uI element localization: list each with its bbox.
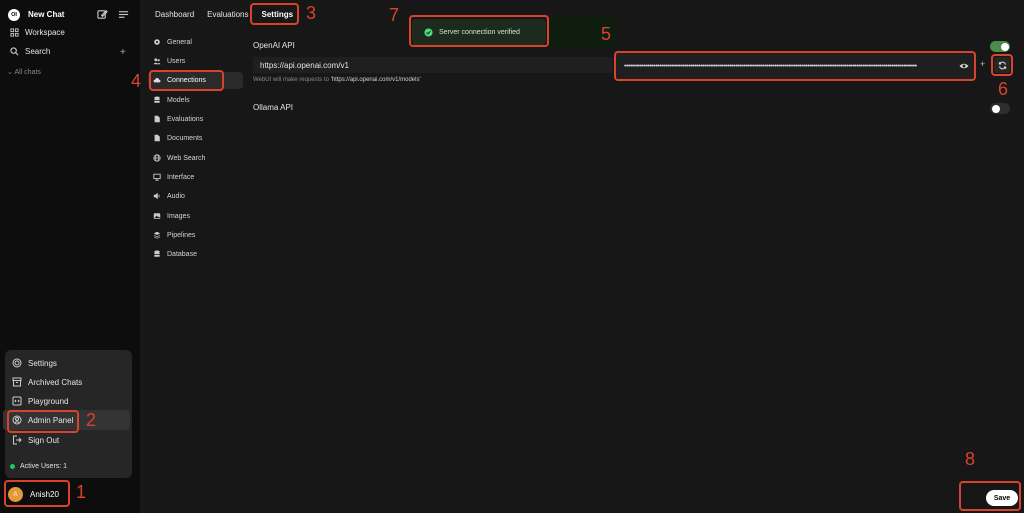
- new-chat-label[interactable]: New Chat: [28, 10, 64, 19]
- archive-icon: [12, 377, 22, 387]
- gear-icon: [12, 358, 22, 368]
- annotation-box-5: [614, 51, 976, 81]
- menu-archived-label: Archived Chats: [28, 377, 83, 387]
- active-users-status: Active Users: 1: [10, 463, 67, 470]
- openai-api-label: OpenAI API: [253, 41, 295, 50]
- gear-icon: [154, 39, 160, 45]
- annotation-number-1: 1: [76, 482, 87, 502]
- tab-dashboard[interactable]: Dashboard: [155, 10, 194, 19]
- menu-sign-out[interactable]: Sign Out: [12, 435, 59, 445]
- nav-general[interactable]: General: [153, 38, 192, 46]
- users-icon: [153, 58, 161, 65]
- annotation-box-3: [250, 3, 299, 25]
- nav-images[interactable]: Images: [153, 212, 190, 220]
- hint-prefix: WebUI will make requests to: [253, 77, 331, 83]
- speaker-icon: [153, 192, 160, 200]
- annotation-box-4: [149, 70, 224, 91]
- all-chats-toggle[interactable]: ⌄ All chats: [7, 68, 41, 76]
- nav-web-search[interactable]: Web Search: [153, 154, 205, 162]
- menu-playground[interactable]: Playground: [12, 396, 68, 406]
- toggle-knob: [991, 104, 1000, 113]
- nav-audio[interactable]: Audio: [153, 192, 185, 200]
- code-icon: [12, 396, 22, 406]
- api-hint: WebUI will make requests to 'https://api…: [253, 77, 421, 83]
- annotation-number-2: 2: [86, 410, 97, 430]
- nav-pipelines-label: Pipelines: [167, 231, 196, 239]
- annotation-number-8: 8: [965, 449, 976, 469]
- hint-url: 'https://api.openai.com/v1/models': [330, 77, 421, 83]
- nav-database[interactable]: Database: [153, 250, 197, 258]
- nav-audio-label: Audio: [167, 192, 185, 200]
- nav-interface[interactable]: Interface: [153, 173, 194, 181]
- all-chats-label: All chats: [14, 69, 41, 76]
- workspace-link[interactable]: Workspace: [10, 28, 65, 37]
- nav-documents[interactable]: Documents: [153, 134, 202, 142]
- app-logo[interactable]: OI: [8, 9, 20, 21]
- nav-users-label: Users: [167, 57, 186, 65]
- annotation-box-7: [409, 15, 549, 47]
- annotation-number-6: 6: [998, 79, 1009, 99]
- ollama-api-label: Ollama API: [253, 103, 294, 112]
- nav-pipelines[interactable]: Pipelines: [153, 231, 195, 239]
- nav-evaluations-label: Evaluations: [167, 115, 204, 123]
- nav-users[interactable]: Users: [153, 57, 185, 65]
- search-link[interactable]: Search: [10, 47, 50, 56]
- nav-models-label: Models: [167, 96, 190, 104]
- annotation-box-6: [991, 54, 1013, 76]
- search-icon: [10, 47, 19, 56]
- menu-settings-label: Settings: [28, 358, 57, 368]
- database-icon: [154, 250, 160, 257]
- nav-evaluations[interactable]: Evaluations: [153, 115, 203, 123]
- globe-icon: [153, 154, 161, 162]
- nav-interface-label: Interface: [167, 173, 195, 181]
- online-dot-icon: [10, 464, 15, 469]
- menu-sign-out-label: Sign Out: [28, 435, 60, 445]
- nav-database-label: Database: [167, 250, 197, 258]
- annotation-number-3: 3: [306, 3, 317, 23]
- menu-archived-chats[interactable]: Archived Chats: [12, 377, 82, 387]
- monitor-icon: [153, 173, 161, 181]
- add-connection-plus-icon[interactable]: +: [980, 59, 985, 69]
- workspace-label: Workspace: [25, 28, 65, 37]
- openai-api-toggle[interactable]: [990, 41, 1010, 52]
- tab-evaluations[interactable]: Evaluations: [207, 10, 248, 19]
- layers-icon: [153, 231, 161, 239]
- annotation-box-2: [7, 410, 79, 433]
- sign-out-icon: [13, 435, 22, 445]
- ollama-api-toggle[interactable]: [990, 103, 1010, 114]
- edit-icon[interactable]: [97, 9, 108, 20]
- document-icon: [154, 115, 160, 123]
- new-folder-plus-icon[interactable]: +: [120, 47, 126, 58]
- grid-icon: [10, 28, 19, 37]
- nav-models[interactable]: Models: [153, 96, 190, 104]
- openai-url-input[interactable]: https://api.openai.com/v1: [253, 57, 613, 73]
- annotation-number-4: 4: [131, 71, 142, 91]
- nav-web-search-label: Web Search: [167, 154, 206, 162]
- file-icon: [154, 134, 160, 142]
- active-users-label: Active Users: 1: [20, 463, 68, 470]
- menu-playground-label: Playground: [28, 396, 69, 406]
- nav-images-label: Images: [167, 212, 190, 220]
- menu-settings[interactable]: Settings: [12, 358, 57, 368]
- nav-documents-label: Documents: [167, 134, 203, 142]
- annotation-box-8: [959, 481, 1021, 511]
- image-icon: [153, 213, 161, 219]
- database-icon: [154, 96, 160, 103]
- annotation-number-7: 7: [389, 5, 400, 25]
- search-label: Search: [25, 47, 51, 56]
- annotation-box-1: [4, 480, 70, 507]
- menu-icon[interactable]: [118, 9, 129, 20]
- toggle-knob: [1000, 42, 1009, 51]
- nav-general-label: General: [167, 38, 192, 46]
- annotation-number-5: 5: [601, 24, 612, 44]
